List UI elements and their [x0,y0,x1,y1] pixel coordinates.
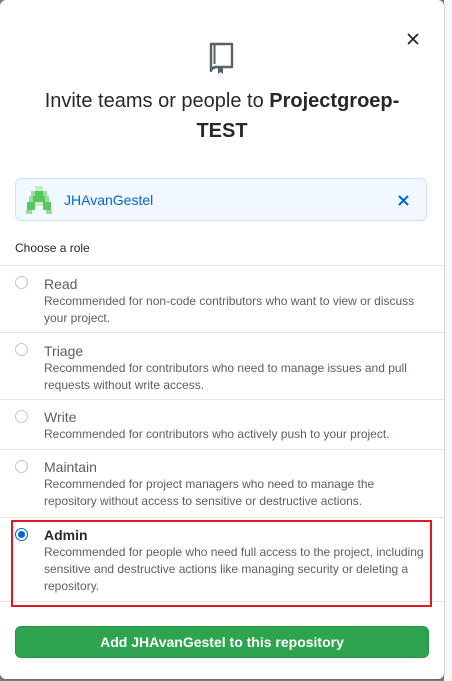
role-name: Triage [44,343,84,359]
close-dialog-button[interactable] [402,28,424,50]
role-option-write[interactable]: Write Recommended for contributors who a… [0,400,444,450]
role-option-read[interactable]: Read Recommended for non-code contributo… [0,266,444,333]
add-collaborator-button[interactable]: Add JHAvanGestel to this repository [15,626,429,658]
role-name: Read [44,276,78,292]
role-name: Admin [44,527,88,543]
role-description: Recommended for contributors who need to… [44,361,407,392]
role-radio-read[interactable] [15,276,28,289]
remove-user-button[interactable] [394,191,412,209]
background-page-edge [444,0,452,681]
role-description: Recommended for project managers who nee… [44,477,375,508]
role-radio-write[interactable] [15,410,28,423]
close-icon [407,33,419,45]
role-option-triage[interactable]: Triage Recommended for contributors who … [0,333,444,400]
role-radio-admin[interactable] [15,528,28,541]
invite-dialog: Invite teams or people to Projectgroep-T… [0,0,444,679]
role-heading: Choose a role [15,241,90,255]
repo-icon [209,42,234,74]
dialog-title: Invite teams or people to Projectgroep-T… [20,86,424,146]
role-description: Recommended for contributors who activel… [44,427,390,441]
role-description: Recommended for non-code contributors wh… [44,294,415,325]
role-description: Recommended for people who need full acc… [44,545,424,593]
role-radio-maintain[interactable] [15,460,28,473]
selected-user-name[interactable]: JHAvanGestel [64,192,153,208]
role-list: Read Recommended for non-code contributo… [0,265,444,602]
close-icon [398,195,408,205]
selected-user-chip: JHAvanGestel [15,178,427,221]
title-prefix: Invite teams or people to [44,90,270,112]
role-option-maintain[interactable]: Maintain Recommended for project manager… [0,450,444,518]
role-radio-triage[interactable] [15,343,28,356]
role-name: Maintain [44,459,97,475]
avatar [26,186,52,214]
role-option-admin[interactable]: Admin Recommended for people who need fu… [0,518,444,602]
role-name: Write [44,409,77,425]
